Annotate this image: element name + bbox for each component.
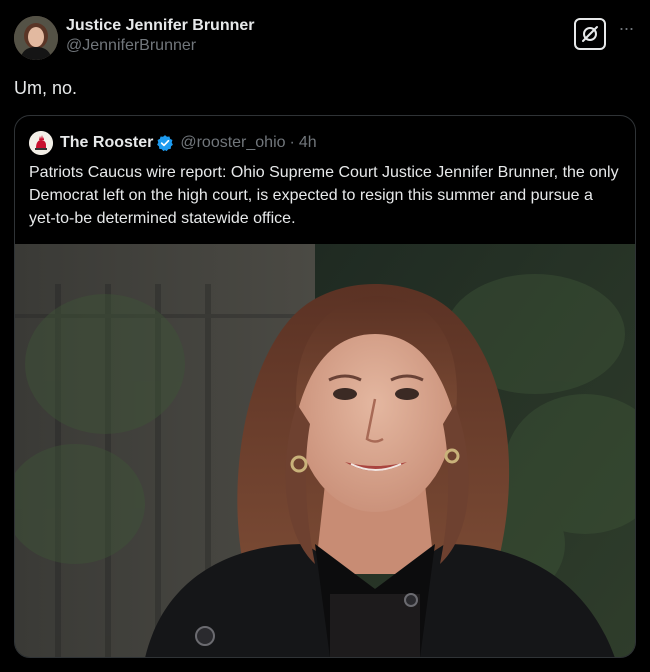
author-handle[interactable]: @JenniferBrunner: [66, 36, 255, 56]
quote-media-image[interactable]: [15, 244, 635, 657]
quote-author-avatar[interactable]: [29, 131, 53, 155]
author-display-name[interactable]: Justice Jennifer Brunner: [66, 16, 255, 36]
quoted-tweet-card[interactable]: The Rooster @rooster_ohio · 4h Patriots …: [14, 115, 636, 658]
quote-header: The Rooster @rooster_ohio · 4h: [29, 130, 317, 156]
portrait-photo: [15, 244, 635, 657]
tweet-text: Um, no.: [14, 78, 78, 98]
grok-icon: [582, 26, 598, 42]
quote-text: Patriots Caucus wire report: Ohio Suprem…: [29, 164, 619, 227]
avatar-image: [14, 16, 58, 60]
verified-badge-icon: [156, 134, 174, 152]
grok-button[interactable]: [574, 18, 606, 50]
quote-handle[interactable]: @rooster_ohio: [180, 134, 285, 152]
tweet-header: Justice Jennifer Brunner @JenniferBrunne…: [14, 14, 636, 62]
quote-separator: ·: [289, 134, 295, 151]
author-block: Justice Jennifer Brunner @JenniferBrunne…: [66, 16, 255, 56]
more-options-button[interactable]: ···: [616, 19, 636, 44]
author-avatar[interactable]: [14, 16, 58, 60]
quote-timestamp[interactable]: 4h: [299, 134, 317, 152]
quote-display-name[interactable]: The Rooster: [60, 134, 153, 152]
rooster-logo-icon: [29, 131, 53, 155]
